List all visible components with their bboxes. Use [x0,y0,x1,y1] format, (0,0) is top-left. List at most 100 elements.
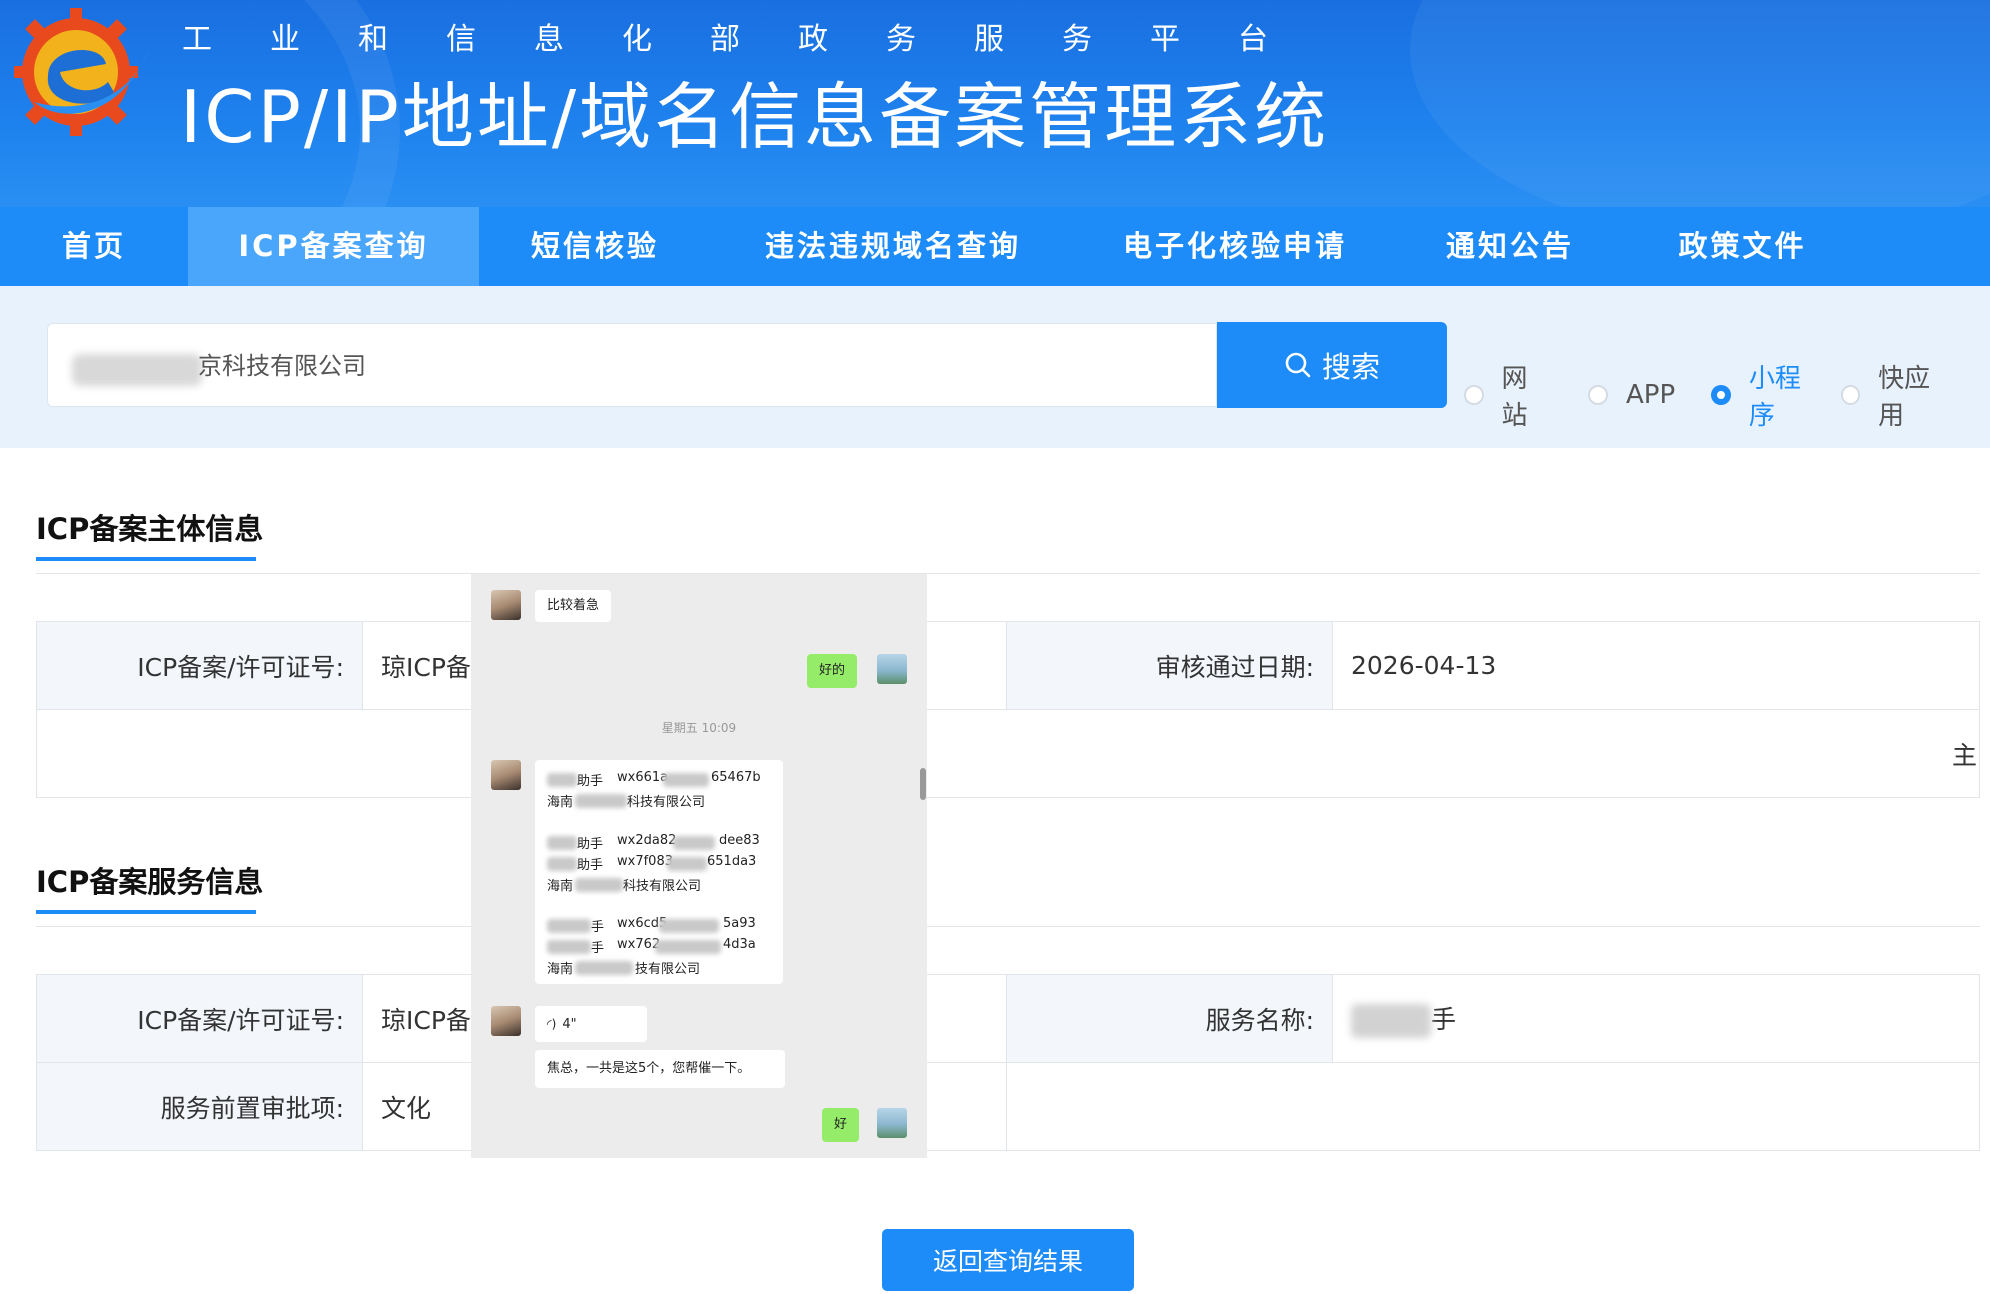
platform-subtitle: 工业和信息化部政务服务平台 [182,22,1326,57]
radio-circle-icon [1840,385,1861,405]
radio-label: 网站 [1501,364,1528,431]
redacted-text [673,836,715,850]
list-line: 科技有限公司 [627,795,706,810]
list-line: wx762 [617,937,661,952]
redacted-text [1351,1003,1431,1038]
radio-app[interactable]: APP [1588,380,1675,410]
contact-avatar [491,1006,521,1036]
voice-wave-icon: ◜) [547,1017,557,1031]
service-name-label: 服务名称: [1006,974,1333,1063]
chat-reply: 好 [822,1108,860,1142]
voice-duration: 4" [562,1017,577,1032]
redacted-text [659,919,719,933]
back-to-results-button[interactable]: 返回查询结果 [882,1229,1134,1291]
section-title-service: ICP备案服务信息 [36,865,264,899]
empty-cell [1006,1062,1980,1151]
search-icon [1285,352,1311,378]
nav-policy-docs[interactable]: 政策文件 [1625,207,1860,286]
list-line: 技有限公司 [635,962,701,977]
list-line: 助手 [577,774,604,789]
section-title-subject: ICP备案主体信息 [36,512,264,546]
section-underline [36,910,256,914]
radio-mini-program[interactable]: 小程序 [1711,358,1824,432]
approval-date-label: 审核通过日期: [1006,621,1333,710]
redacted-text [575,878,623,892]
section-divider [36,926,1980,927]
radio-circle-icon [1588,385,1608,405]
system-title: ICP/IP地址/域名信息备案管理系统 [180,75,1330,159]
nav-icp-query[interactable]: ICP备案查询 [188,207,479,286]
radio-label: 快应用 [1878,364,1931,431]
list-line: wx2da82 [617,833,677,848]
list-line: 科技有限公司 [623,879,702,894]
type-radio-group: 网站 APP 小程序 快应用 [1464,358,1990,432]
list-line: 手 [591,920,605,935]
nav-home[interactable]: 首页 [0,207,188,286]
list-line: 海南 [547,962,574,977]
radio-website[interactable]: 网站 [1464,358,1552,432]
chat-message: 比较着急 [535,590,612,622]
my-avatar [877,654,907,684]
radio-quick-app[interactable]: 快应用 [1840,358,1954,432]
chat-scrollbar[interactable] [920,768,926,800]
license-label: ICP备案/许可证号: [36,974,363,1063]
list-line: 助手 [577,837,604,852]
subject-row-value: 主 [36,709,1980,798]
search-button[interactable]: 搜索 [1217,322,1447,408]
redacted-text [547,919,591,933]
redacted-text [547,940,591,954]
list-line: 651da3 [707,854,757,869]
list-line: dee83 [719,833,760,848]
list-line: wx661a [617,770,669,785]
nav-sms-verify[interactable]: 短信核验 [479,207,711,286]
nav-illegal-domain-query[interactable]: 违法违规域名查询 [711,207,1075,286]
main-nav: 首页 ICP备案查询 短信核验 违法违规域名查询 电子化核验申请 通知公告 政策… [0,207,1990,286]
list-line: 助手 [577,858,604,873]
redacted-text [667,857,707,871]
section-underline [36,557,256,561]
list-line: 海南 [547,879,574,894]
header-banner: 工业和信息化部政务服务平台 ICP/IP地址/域名信息备案管理系统 [0,0,1990,207]
approval-date-value: 2026-04-13 [1332,621,1980,710]
search-button-label: 搜索 [1321,350,1380,384]
list-line: 5a93 [723,916,756,931]
list-line: wx7f083 [617,854,673,869]
contact-avatar [491,590,521,620]
service-info-table: ICP备案/许可证号: 琼ICP备 服务名称: 手 服务前置审批项: 文化 [36,974,1980,1151]
redacted-text [547,857,577,871]
redacted-text [547,773,577,787]
radio-label: 小程序 [1748,364,1801,431]
radio-label: APP [1626,380,1676,410]
nav-notices[interactable]: 通知公告 [1395,207,1625,286]
service-name-value: 手 [1431,1004,1457,1034]
radio-circle-icon [1464,385,1484,405]
list-line: 手 [591,941,605,956]
list-line: 海南 [547,795,574,810]
chat-timestamp: 星期五 10:09 [661,721,737,735]
nav-electronic-verify[interactable]: 电子化核验申请 [1075,207,1395,286]
chat-message-list: 助手 wx661a 65467b 海南 科技有限公司 助手 wx2da82 de… [535,760,783,984]
list-line: 4d3a [723,937,756,952]
redacted-text [547,836,577,850]
section-divider [36,573,1980,574]
banner-decoration [1410,0,1990,207]
search-input-value: 京科技有限公司 [198,352,366,380]
chat-screenshot-overlay: 比较着急 好的 星期五 10:09 助手 wx661a 65467b 海南 科技… [471,574,927,1158]
voice-message[interactable]: ◜) 4" [535,1006,647,1042]
chat-message: 焦总，一共是这5个，您帮催一下。 [535,1050,785,1088]
redacted-text [575,961,633,975]
redacted-text [663,773,709,787]
radio-selected-icon [1711,385,1731,405]
chat-reply: 好的 [807,654,858,688]
my-avatar [877,1108,907,1138]
redacted-text [575,794,627,808]
list-line: 65467b [711,770,761,785]
pre-approval-label: 服务前置审批项: [36,1062,363,1151]
service-name-cell: 手 [1332,974,1980,1063]
search-input[interactable]: 京科技有限公司 [47,323,1217,407]
ministry-logo-icon [14,8,150,136]
redacted-text [655,940,721,954]
redacted-text [72,354,202,386]
subject-info-table: ICP备案/许可证号: 琼ICP备 审核通过日期: 2026-04-13 主 [36,621,1980,798]
search-band: 京科技有限公司 搜索 网站 APP 小程序 快应用 [0,286,1990,448]
